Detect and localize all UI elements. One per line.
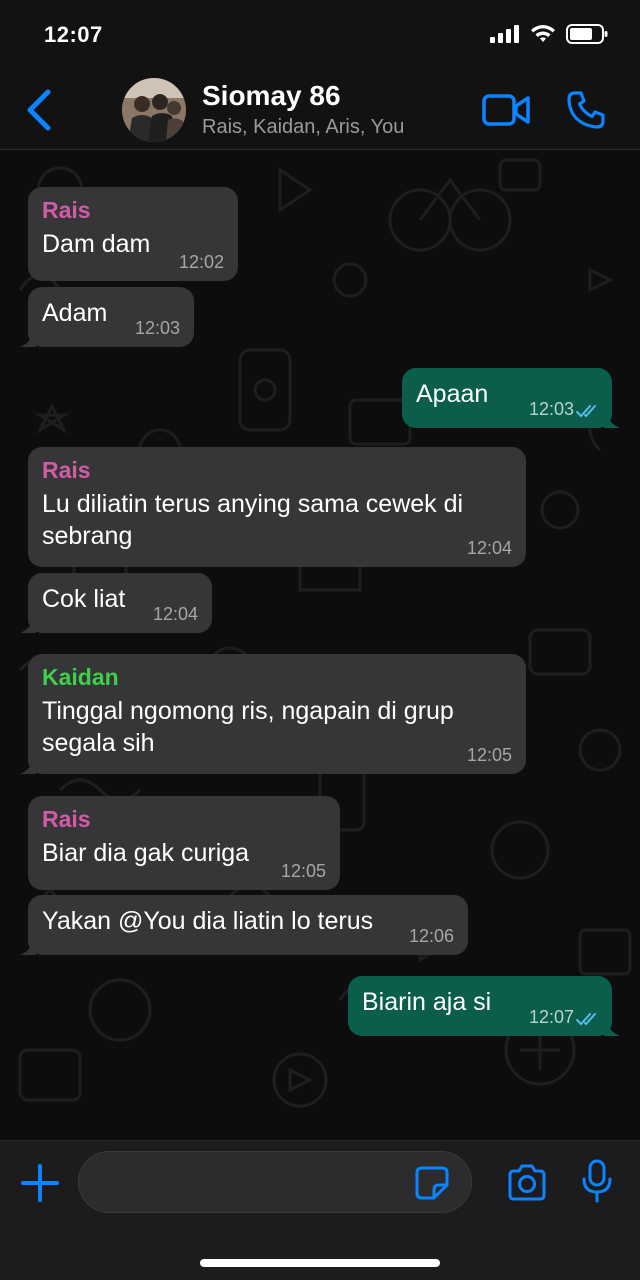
message-bubble-incoming[interactable]: Kaidan Tinggal ngomong ris, ngapain di g… [20, 654, 526, 774]
bubble-tail [20, 758, 36, 774]
double-check-icon [576, 1013, 596, 1026]
message-time: 12:06 [408, 926, 454, 946]
microphone-icon [582, 1159, 612, 1203]
avatar-photo [122, 78, 186, 142]
message-time: 12:03 [134, 318, 180, 338]
message-input[interactable] [78, 1151, 472, 1213]
sticker-icon [415, 1166, 449, 1200]
chat-members[interactable]: Rais, Kaidan, Aris, You [202, 116, 404, 139]
sticker-button[interactable] [414, 1165, 450, 1201]
battery-icon [566, 24, 608, 44]
message-sender: Rais [42, 806, 91, 832]
video-call-button[interactable] [482, 92, 530, 128]
voice-call-button[interactable] [566, 90, 606, 130]
message-bubble-incoming[interactable]: Rais Dam dam 12:02 [28, 187, 238, 281]
message-bubble-incoming[interactable]: Adam 12:03 [20, 287, 194, 347]
home-indicator[interactable] [200, 1259, 440, 1267]
bubble-tail [604, 1020, 620, 1036]
message-bubble-incoming[interactable]: Rais Lu diliatin terus anying sama cewek… [28, 447, 526, 567]
bubble-tail [20, 617, 36, 633]
double-check-icon [576, 405, 596, 418]
attach-button[interactable] [20, 1163, 60, 1203]
microphone-button[interactable] [582, 1159, 612, 1203]
phone-icon [567, 91, 605, 129]
message-sender: Rais [42, 197, 91, 223]
video-camera-icon [482, 94, 530, 126]
message-time: 12:03 [528, 399, 574, 419]
message-text: Yakan @You dia liatin lo terus [42, 907, 374, 935]
plus-icon [21, 1164, 59, 1202]
message-bubble-incoming[interactable]: Rais Biar dia gak curiga 12:05 [28, 796, 340, 890]
chat-header: Siomay 86 Rais, Kaidan, Aris, You [0, 72, 640, 150]
status-time: 12:07 [44, 22, 103, 47]
wifi-icon [531, 25, 555, 42]
chat-title[interactable]: Siomay 86 [202, 80, 341, 112]
bubble-tail [20, 939, 36, 955]
bubble-tail [604, 412, 620, 428]
signal-icon [490, 25, 519, 43]
bubble-tail [20, 331, 36, 347]
status-bar: 12:07 [0, 0, 640, 72]
message-time: 12:02 [178, 252, 224, 272]
chevron-left-icon [27, 89, 51, 131]
message-time: 12:04 [152, 604, 198, 624]
chat-area[interactable]: Rais Dam dam 12:02 Adam 12:03 Apaan 12:0… [0, 150, 640, 1140]
message-sender: Rais [42, 457, 91, 483]
back-button[interactable] [22, 88, 58, 132]
camera-icon [508, 1164, 546, 1201]
message-text: Lu diliatin terus anying sama cewek di s… [42, 490, 464, 550]
message-time: 12:05 [466, 745, 512, 765]
message-time: 12:04 [466, 538, 512, 558]
message-sender: Kaidan [42, 664, 119, 690]
status-icons [490, 24, 608, 44]
input-bar [0, 1140, 640, 1280]
message-bubble-incoming[interactable]: Yakan @You dia liatin lo terus 12:06 [20, 895, 468, 955]
message-bubble-outgoing[interactable]: Biarin aja si 12:07 [348, 976, 620, 1036]
message-bubble-outgoing[interactable]: Apaan 12:03 [402, 368, 620, 428]
message-text: Tinggal ngomong ris, ngapain di grup seg… [42, 697, 454, 757]
message-time: 12:07 [528, 1007, 574, 1027]
group-avatar[interactable] [122, 78, 186, 142]
camera-button[interactable] [506, 1163, 548, 1203]
message-time: 12:05 [280, 861, 326, 881]
message-bubble-incoming[interactable]: Cok liat 12:04 [20, 573, 212, 633]
